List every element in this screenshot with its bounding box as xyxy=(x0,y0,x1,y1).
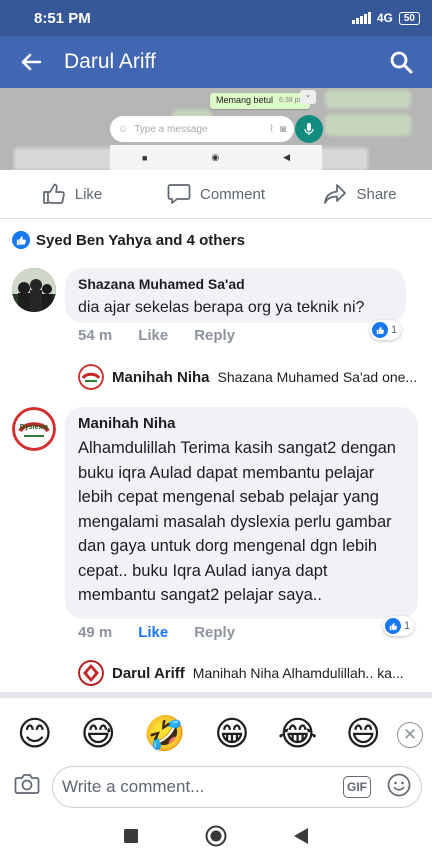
app-bar: Darul Ariff xyxy=(0,36,432,88)
battery-icon: 50 xyxy=(398,11,420,25)
comment-text: Alhamdulillah Terima kasih sangat2 denga… xyxy=(78,439,396,604)
chat-input-placeholder: Type a message xyxy=(134,123,208,135)
comment-composer: GIF xyxy=(0,764,432,810)
comment-time: 49 m xyxy=(78,624,113,641)
comment-button[interactable]: Comment xyxy=(144,170,288,218)
recent-apps-button[interactable] xyxy=(123,829,138,848)
blurred-message xyxy=(325,90,411,108)
smiley-icon xyxy=(387,773,411,796)
comment-reaction-badge[interactable]: 1 xyxy=(370,320,402,340)
reply-snippet: Manihah Niha Alhamdulillah.. ka... xyxy=(192,665,404,681)
emoji-bar: 😊 😅 🤣 😁 😂 😄 xyxy=(0,712,432,756)
reaction-count: 1 xyxy=(404,620,411,632)
share-label: Share xyxy=(356,185,397,203)
page-title: Darul Ariff xyxy=(64,50,156,73)
comment-like-button[interactable]: Like xyxy=(138,327,168,344)
comment-author[interactable]: Manihah Niha xyxy=(78,415,406,432)
avatar[interactable]: Dyslexia xyxy=(12,407,56,451)
chat-message-text: Memang betul xyxy=(216,95,274,105)
smiley-icon: ☺ xyxy=(118,123,129,135)
system-nav-bar xyxy=(0,814,432,863)
blurred-message xyxy=(325,114,411,136)
avatar xyxy=(78,364,104,390)
comment-reply-button[interactable]: Reply xyxy=(194,327,235,344)
search-button[interactable] xyxy=(384,45,418,79)
back-button[interactable] xyxy=(14,45,48,79)
search-icon xyxy=(390,51,413,74)
reactions-summary-text: Syed Ben Yahya and 4 others xyxy=(36,231,245,249)
preview-nav-bar: ■ ◉ ◀ xyxy=(110,145,322,170)
reply-author: Darul Ariff xyxy=(112,664,185,682)
reactions-summary[interactable]: Syed Ben Yahya and 4 others xyxy=(12,231,245,249)
blurred-text xyxy=(14,148,124,170)
like-reaction-icon xyxy=(385,618,401,634)
reaction-count: 1 xyxy=(391,324,398,336)
close-icon: ✕ xyxy=(402,725,418,744)
avatar[interactable] xyxy=(12,268,56,312)
back-nav-button[interactable] xyxy=(294,828,309,849)
close-emoji-bar-button[interactable]: ✕ xyxy=(397,722,423,748)
status-bar: 8:51 PM 4G 50 xyxy=(0,0,432,36)
comment-like-button[interactable]: Like xyxy=(138,624,168,641)
home-circle-icon xyxy=(205,825,227,847)
circle-icon: ◉ xyxy=(211,152,220,162)
gif-button[interactable]: GIF xyxy=(343,776,371,798)
comment-input[interactable] xyxy=(62,777,343,797)
comment-input-box: GIF xyxy=(52,766,422,808)
status-time: 8:51 PM xyxy=(34,9,91,27)
triangle-back-icon xyxy=(294,828,309,844)
network-type: 4G xyxy=(376,11,393,25)
comment-bubble: Manihah Niha Alhamdulillah Terima kasih … xyxy=(65,407,418,619)
divider xyxy=(0,692,432,698)
like-label: Like xyxy=(74,185,103,203)
square-icon: ■ xyxy=(141,152,148,163)
share-icon xyxy=(324,184,347,204)
comment-text: dia ajar sekelas berapa org ya teknik ni… xyxy=(78,299,365,316)
triangle-icon: ◀ xyxy=(283,152,291,162)
avatar xyxy=(78,660,104,686)
reply-preview[interactable]: Darul Ariff Manihah Niha Alhamdulillah..… xyxy=(78,660,404,686)
like-reaction-icon xyxy=(12,231,30,249)
like-reaction-icon xyxy=(372,322,388,338)
attach-icon: ⌇ xyxy=(269,123,274,135)
comment-author[interactable]: Shazana Muhamed Sa'ad xyxy=(78,276,394,292)
comment-label: Comment xyxy=(199,185,266,203)
thumbs-up-icon xyxy=(42,183,65,204)
svg-text:Dyslexia: Dyslexia xyxy=(20,424,49,431)
post-actions: Like Comment Share xyxy=(0,170,432,219)
camera-icon: ◙ xyxy=(279,123,286,135)
emoji-smile[interactable]: 😄 xyxy=(345,714,380,754)
comment-time: 54 m xyxy=(78,327,113,344)
home-button[interactable] xyxy=(205,825,227,852)
comment-reply-button[interactable]: Reply xyxy=(194,624,235,641)
chevron-down-icon: ⌄ xyxy=(300,90,316,104)
emoji-picker-button[interactable] xyxy=(387,773,411,802)
like-button[interactable]: Like xyxy=(0,170,144,218)
square-icon xyxy=(123,829,138,843)
signal-icon xyxy=(351,12,371,24)
mic-icon xyxy=(295,115,323,143)
camera-button[interactable] xyxy=(14,772,40,801)
comment-icon xyxy=(167,184,191,204)
chat-input-preview: ☺ Type a message ⌇ ◙ xyxy=(110,116,294,142)
comment-bubble: Shazana Muhamed Sa'ad dia ajar sekelas b… xyxy=(65,268,406,323)
camera-icon xyxy=(14,774,40,794)
comment-meta: 49 m Like Reply xyxy=(78,624,261,641)
share-button[interactable]: Share xyxy=(288,170,432,218)
emoji-joy[interactable]: 😂 xyxy=(278,714,318,754)
back-arrow-icon xyxy=(21,53,41,71)
reply-preview[interactable]: Manihah Niha Shazana Muhamed Sa'ad one..… xyxy=(78,364,417,390)
emoji-sweat-smile[interactable]: 😅 xyxy=(80,714,115,754)
chat-message: Memang betul 6:38 pm xyxy=(210,93,311,109)
emoji-grin[interactable]: 😁 xyxy=(214,714,249,754)
emoji-smiling[interactable]: 😊 xyxy=(17,714,52,754)
reply-author: Manihah Niha xyxy=(112,368,210,386)
comment-meta: 54 m Like Reply xyxy=(78,327,261,344)
emoji-rofl[interactable]: 🤣 xyxy=(144,714,186,754)
reply-snippet: Shazana Muhamed Sa'ad one... xyxy=(217,369,418,385)
status-indicators: 4G 50 xyxy=(351,11,420,25)
comment-reaction-badge[interactable]: 1 xyxy=(383,616,415,636)
